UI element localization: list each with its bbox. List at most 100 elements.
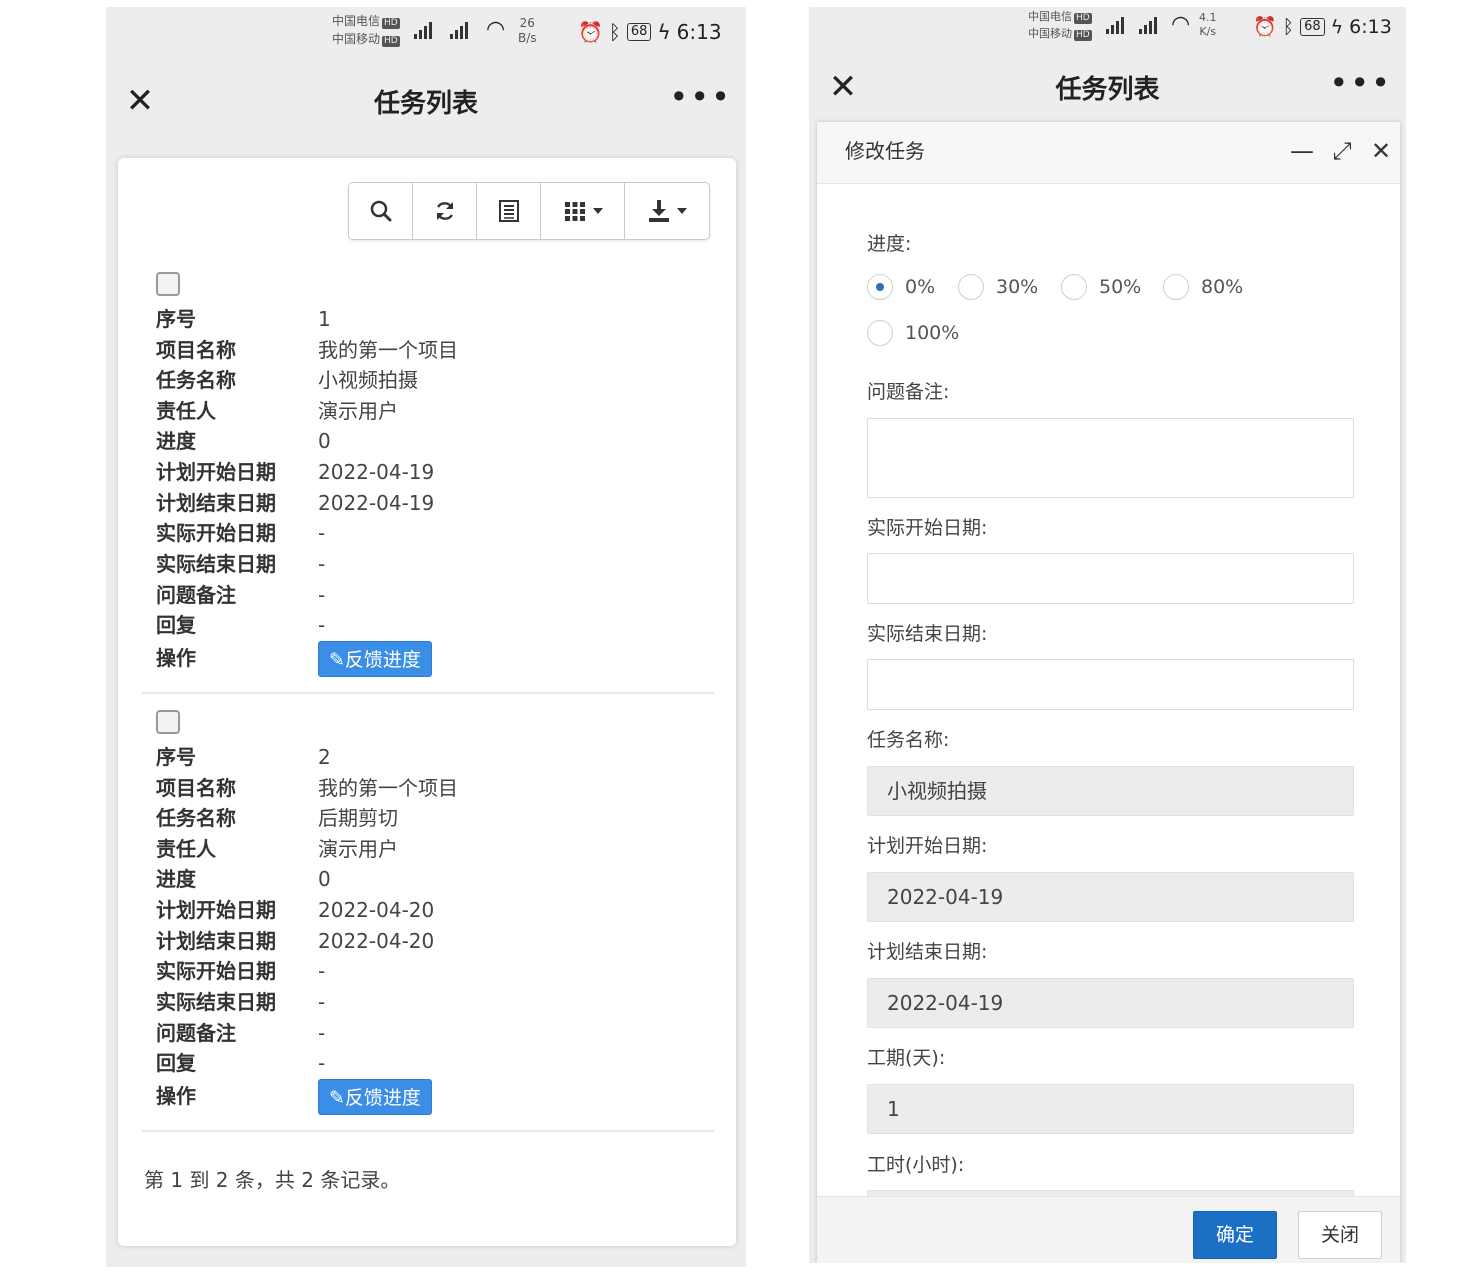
export-dropdown-button[interactable] bbox=[625, 183, 709, 239]
field-value: 0 bbox=[318, 867, 331, 891]
field-value: 我的第一个项目 bbox=[318, 776, 458, 800]
columns-dropdown-button[interactable] bbox=[541, 183, 625, 239]
field-label: 项目名称 bbox=[156, 338, 236, 362]
speed-value: 26 bbox=[519, 16, 535, 30]
field-value: - bbox=[318, 1021, 326, 1045]
search-icon bbox=[370, 200, 391, 222]
task-name-field: 小视频拍摄 bbox=[867, 766, 1354, 816]
field-value: - bbox=[318, 1051, 326, 1075]
hd-badge: HD bbox=[382, 36, 400, 47]
task-table-card: 序号 1 项目名称 我的第一个项目 任务名称 小视频拍摄 责任人 演示用户 进度 0 计划… bbox=[118, 158, 736, 1246]
actual-end-input[interactable] bbox=[867, 659, 1354, 710]
field-label: 操作 bbox=[156, 646, 196, 670]
pagination-info: 第 1 到 2 条，共 2 条记录。 bbox=[144, 1168, 401, 1192]
duration-field: 1 bbox=[867, 1084, 1354, 1134]
field-label: 任务名称 bbox=[156, 806, 236, 830]
carrier-info: 中国电信 HD 中国移动 HD bbox=[332, 12, 400, 48]
list-view-icon bbox=[498, 200, 519, 222]
toggle-view-button[interactable] bbox=[477, 183, 541, 239]
alarm-icon: ⏰ bbox=[1253, 16, 1277, 38]
field-value: 后期剪切 bbox=[318, 806, 398, 830]
status-right-group: ⏰ ᛒ 68 ϟ 6:13 bbox=[1253, 15, 1392, 39]
field-label: 实际开始日期 bbox=[156, 521, 276, 545]
progress-radio-30[interactable]: 30% bbox=[958, 272, 1038, 302]
close-icon[interactable]: ✕ bbox=[819, 57, 867, 117]
edit-icon: ✎ bbox=[329, 649, 345, 671]
actual-start-input[interactable] bbox=[867, 553, 1354, 604]
edit-task-screen: 中国电信 HD 中国移动 HD ◠ 4.1 K/s ⏰ ᛒ 68 ϟ 6:13 ✕ … bbox=[809, 7, 1406, 1263]
progress-radio-100[interactable]: 100% bbox=[867, 318, 959, 348]
field-label: 任务名称 bbox=[156, 368, 236, 392]
alarm-icon: ⏰ bbox=[578, 20, 603, 44]
field-label: 实际结束日期 bbox=[156, 990, 276, 1014]
record-divider bbox=[142, 692, 714, 694]
more-options-icon[interactable]: ••• bbox=[1329, 57, 1392, 117]
confirm-button[interactable]: 确定 bbox=[1193, 1211, 1277, 1259]
field-value: 2022-04-20 bbox=[318, 898, 435, 922]
clock: 6:13 bbox=[676, 20, 722, 44]
minimize-icon[interactable]: — bbox=[1289, 137, 1315, 165]
field-label: 计划结束日期 bbox=[156, 491, 276, 515]
battery-icon: 68 bbox=[1300, 17, 1325, 36]
signal-icon bbox=[1106, 14, 1124, 34]
field-value: 我的第一个项目 bbox=[318, 338, 458, 362]
remark-label: 问题备注: bbox=[867, 381, 950, 403]
field-label: 问题备注 bbox=[156, 583, 236, 607]
feedback-progress-button[interactable]: ✎反馈进度 bbox=[318, 1079, 432, 1115]
field-value: - bbox=[318, 521, 326, 545]
maximize-icon[interactable]: ⤢ bbox=[1329, 137, 1355, 165]
field-value: 0 bbox=[318, 429, 331, 453]
network-speed: 4.1 K/s bbox=[1199, 11, 1217, 39]
actual-end-label: 实际结束日期: bbox=[867, 623, 988, 645]
status-bar: 中国电信 HD 中国移动 HD ◠ 26 B/s ⏰ ᛒ 68 ϟ 6:13 bbox=[106, 7, 746, 57]
refresh-button[interactable] bbox=[413, 183, 477, 239]
signal-icon bbox=[1139, 14, 1157, 34]
status-bar: 中国电信 HD 中国移动 HD ◠ 4.1 K/s ⏰ ᛒ 68 ϟ 6:13 bbox=[809, 7, 1406, 57]
plan-start-label: 计划开始日期: bbox=[867, 835, 988, 857]
dialog-footer: 确定 关闭 bbox=[817, 1196, 1400, 1263]
page-title: 任务列表 bbox=[1055, 74, 1160, 105]
field-value: 2 bbox=[318, 745, 331, 769]
plan-start-field: 2022-04-19 bbox=[867, 872, 1354, 922]
carrier-2: 中国移动 bbox=[1028, 27, 1072, 40]
hd-badge: HD bbox=[382, 18, 400, 29]
dialog-title: 修改任务 bbox=[845, 139, 925, 163]
field-label: 进度 bbox=[156, 867, 196, 891]
refresh-icon bbox=[436, 202, 453, 220]
page-title: 任务列表 bbox=[373, 88, 478, 119]
search-button[interactable] bbox=[349, 183, 413, 239]
close-icon[interactable]: ✕ bbox=[116, 71, 164, 131]
carrier-info: 中国电信 HD 中国移动 HD bbox=[1028, 8, 1092, 42]
close-button[interactable]: 关闭 bbox=[1298, 1211, 1382, 1259]
more-options-icon[interactable]: ••• bbox=[669, 71, 732, 131]
speed-unit: B/s bbox=[518, 31, 537, 45]
nav-bar: ✕ 任务列表 ••• bbox=[809, 57, 1406, 117]
signal-icon bbox=[450, 19, 468, 39]
progress-radio-80[interactable]: 80% bbox=[1163, 272, 1243, 302]
radio-label: 0% bbox=[905, 276, 936, 298]
remark-textarea[interactable] bbox=[867, 418, 1354, 498]
field-label: 实际结束日期 bbox=[156, 552, 276, 576]
chevron-down-icon bbox=[677, 208, 687, 214]
field-value: - bbox=[318, 959, 326, 983]
field-label: 责任人 bbox=[156, 399, 216, 423]
progress-label: 进度: bbox=[867, 233, 912, 255]
progress-radio-0[interactable]: 0% bbox=[867, 272, 935, 302]
network-speed: 26 B/s bbox=[518, 16, 537, 46]
field-label: 进度 bbox=[156, 429, 196, 453]
field-label: 回复 bbox=[156, 613, 196, 637]
field-label: 责任人 bbox=[156, 837, 216, 861]
hours-label: 工时(小时): bbox=[867, 1154, 965, 1176]
close-icon[interactable]: ✕ bbox=[1368, 137, 1394, 165]
field-label: 实际开始日期 bbox=[156, 959, 276, 983]
progress-radio-50[interactable]: 50% bbox=[1061, 272, 1141, 302]
dialog-header: 修改任务 — ⤢ ✕ bbox=[817, 122, 1400, 184]
task-name-label: 任务名称: bbox=[867, 729, 950, 751]
field-label: 序号 bbox=[156, 745, 196, 769]
feedback-progress-button[interactable]: ✎反馈进度 bbox=[318, 641, 432, 677]
download-icon bbox=[649, 200, 669, 222]
row-checkbox[interactable] bbox=[156, 272, 180, 296]
radio-dot bbox=[867, 274, 893, 300]
button-label: 反馈进度 bbox=[344, 649, 421, 671]
row-checkbox[interactable] bbox=[156, 710, 180, 734]
